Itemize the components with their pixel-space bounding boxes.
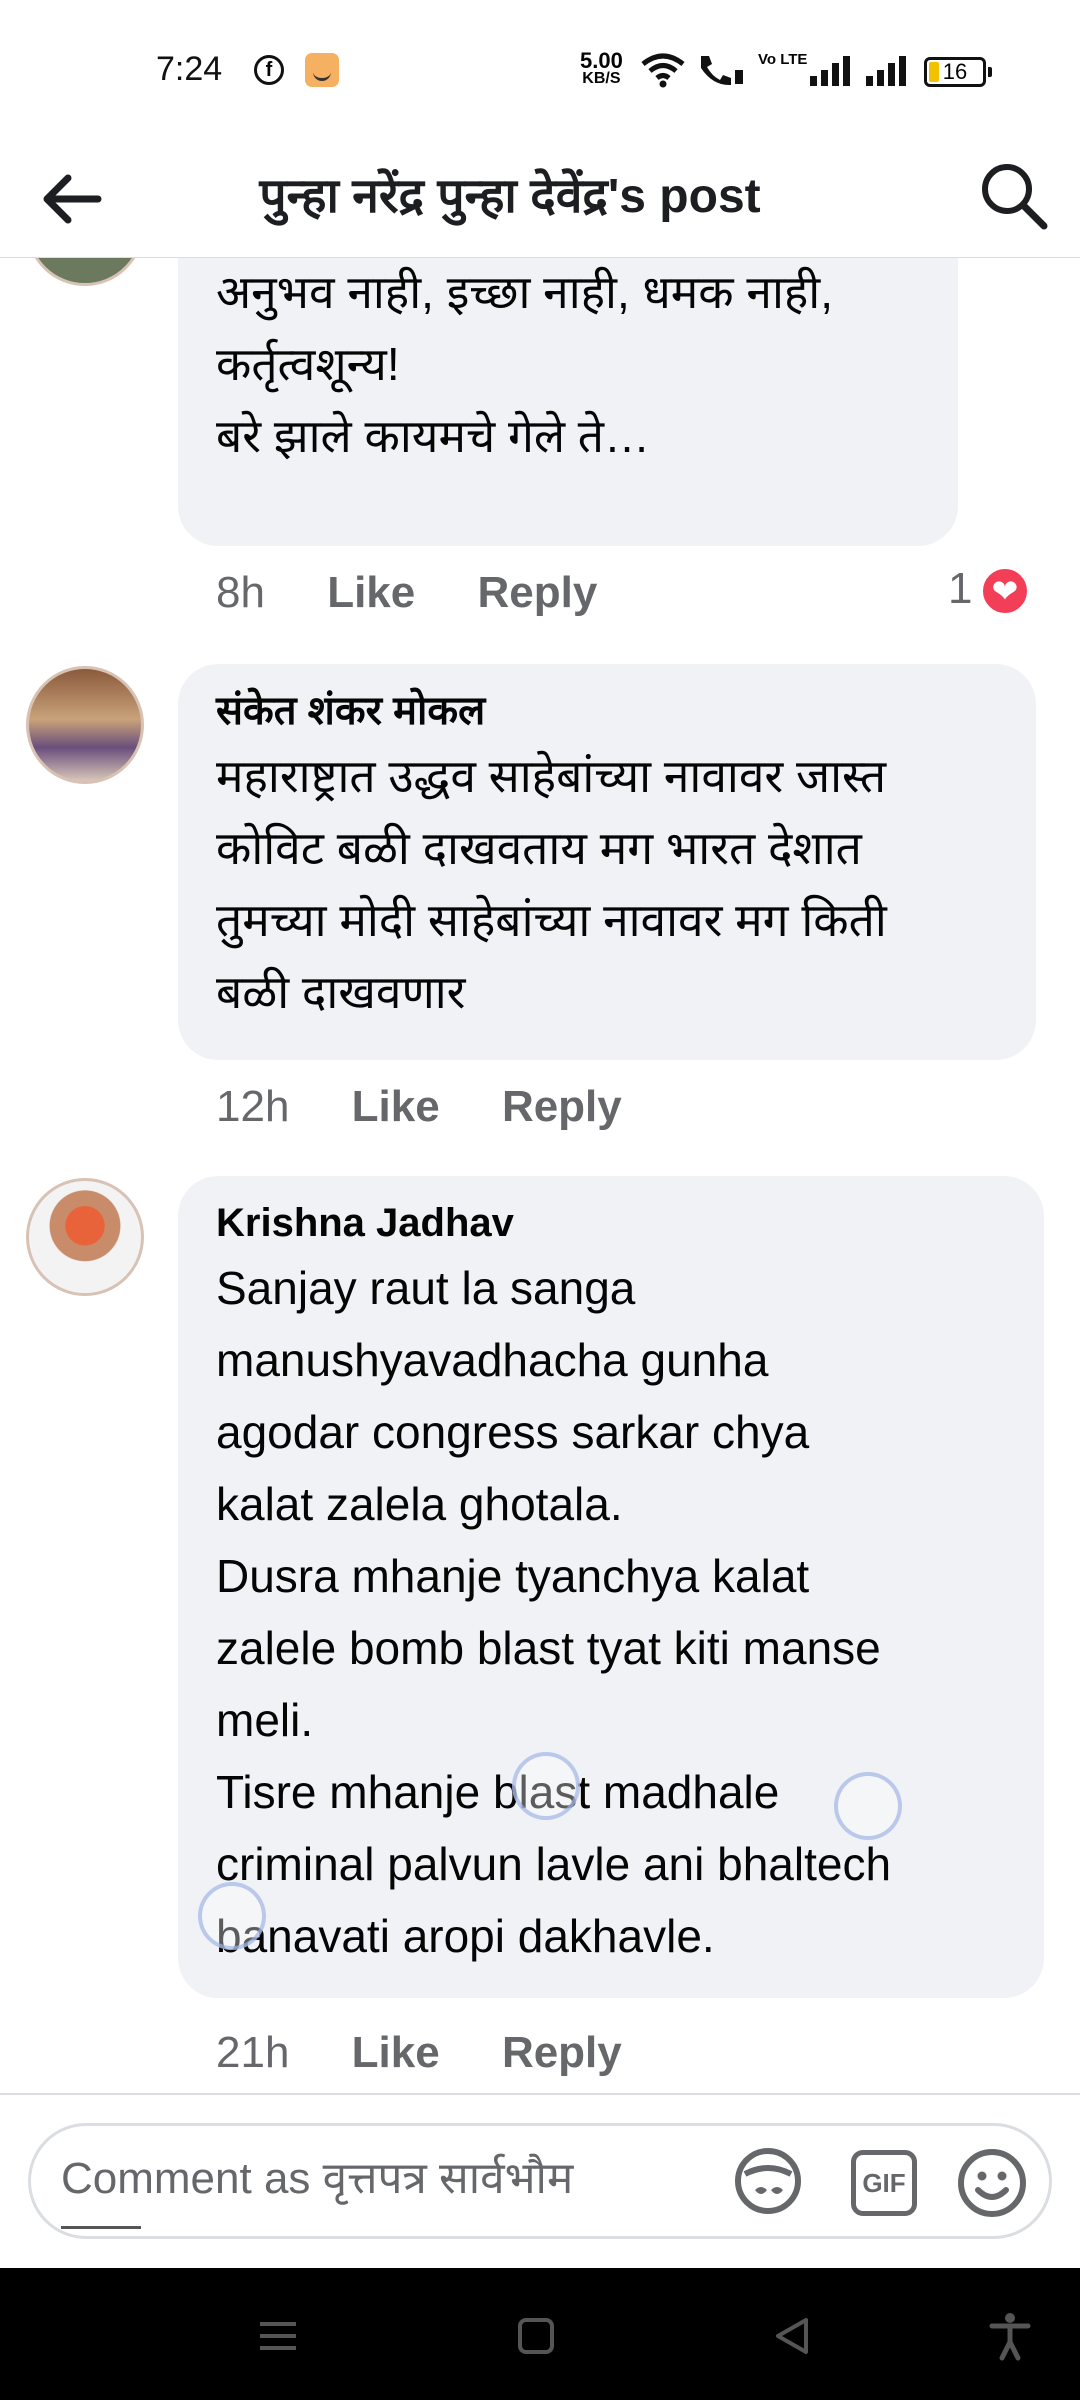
amazon-icon: [305, 53, 339, 87]
reply-button[interactable]: Reply: [477, 568, 597, 617]
reply-button[interactable]: Reply: [502, 1082, 622, 1131]
wifi-call-icon: [701, 56, 743, 86]
comment-text: महाराष्ट्रात उद्धव साहेबांच्या नावावर जा…: [216, 750, 887, 1018]
reply-button[interactable]: Reply: [502, 2028, 622, 2077]
comment-author[interactable]: संकेत शंकर मोकल: [216, 682, 998, 740]
status-bar: 7:24 f 5.00 KB/S Vo LTE 16: [0, 0, 1080, 140]
input-underline: [61, 2226, 141, 2229]
search-icon[interactable]: [976, 158, 1052, 234]
comment-input[interactable]: Comment as वृत्तपत्र सार्वभौम GIF: [28, 2123, 1052, 2239]
reaction-summary[interactable]: 1: [948, 564, 1031, 617]
sticker-icon[interactable]: [731, 2144, 805, 2218]
reaction-count: 1: [948, 564, 973, 613]
touch-indicator: [198, 1882, 266, 1950]
network-speed: 5.00 KB/S: [580, 48, 623, 88]
menu-icon[interactable]: [250, 2308, 306, 2364]
like-button[interactable]: Like: [327, 568, 415, 617]
facebook-icon: f: [254, 55, 284, 85]
battery-icon: 16: [924, 57, 992, 87]
comment-time: 12h: [216, 1082, 290, 1131]
avatar[interactable]: [26, 666, 144, 784]
comment-time: 21h: [216, 2028, 290, 2077]
volte-indicator: Vo LTE: [758, 51, 808, 68]
like-button[interactable]: Like: [352, 2028, 440, 2077]
like-button[interactable]: Like: [352, 1082, 440, 1131]
back-icon[interactable]: [764, 2308, 820, 2364]
status-time: 7:24: [156, 50, 223, 88]
accessibility-icon[interactable]: [982, 2308, 1038, 2364]
back-arrow-icon[interactable]: [36, 164, 106, 234]
comment-actions: 8h Like Reply: [216, 568, 647, 618]
touch-indicator: [834, 1772, 902, 1840]
comment-time: 8h: [216, 568, 265, 617]
comment-input-placeholder: Comment as वृत्तपत्र सार्वभौम: [61, 2154, 574, 2203]
comment-composer: Comment as वृत्तपत्र सार्वभौम GIF: [0, 2093, 1080, 2268]
comment-author[interactable]: Krishna Jadhav: [216, 1194, 1006, 1252]
post-header: पुन्हा नरेंद्र पुन्हा देवेंद्र's post: [0, 140, 1080, 258]
comment-actions: 21h Like Reply: [216, 2028, 672, 2078]
wifi-icon: [641, 53, 685, 88]
avatar[interactable]: [26, 1178, 144, 1296]
emoji-icon[interactable]: [955, 2146, 1029, 2220]
comment-text: Sanjay raut la sanga manushyavadhacha gu…: [216, 1262, 892, 1962]
comment-text: Kay भयानक होत ते नेतृत्व.. कोडीचा अनुभव …: [216, 266, 833, 462]
signal-icon: [810, 56, 850, 86]
comment-bubble[interactable]: संकेत शंकर मोकल महाराष्ट्रात उद्धव साहेब…: [178, 664, 1036, 1060]
comment-bubble[interactable]: Krishna Jadhav Sanjay raut la sanga manu…: [178, 1176, 1044, 1998]
signal-icon: [866, 56, 906, 86]
gif-icon[interactable]: GIF: [851, 2150, 917, 2216]
comment-actions: 12h Like Reply: [216, 1082, 672, 1132]
system-nav-bar: [0, 2268, 1080, 2400]
home-icon[interactable]: [508, 2308, 564, 2364]
comments-list[interactable]: Kay भयानक होत ते नेतृत्व.. कोडीचा अनुभव …: [0, 258, 1080, 2093]
comment-bubble[interactable]: Kay भयानक होत ते नेतृत्व.. कोडीचा अनुभव …: [178, 258, 958, 546]
touch-indicator: [512, 1752, 580, 1820]
heart-reaction-icon: [980, 566, 1031, 617]
page-title: पुन्हा नरेंद्र पुन्हा देवेंद्र's post: [259, 170, 761, 223]
avatar[interactable]: [26, 258, 144, 286]
